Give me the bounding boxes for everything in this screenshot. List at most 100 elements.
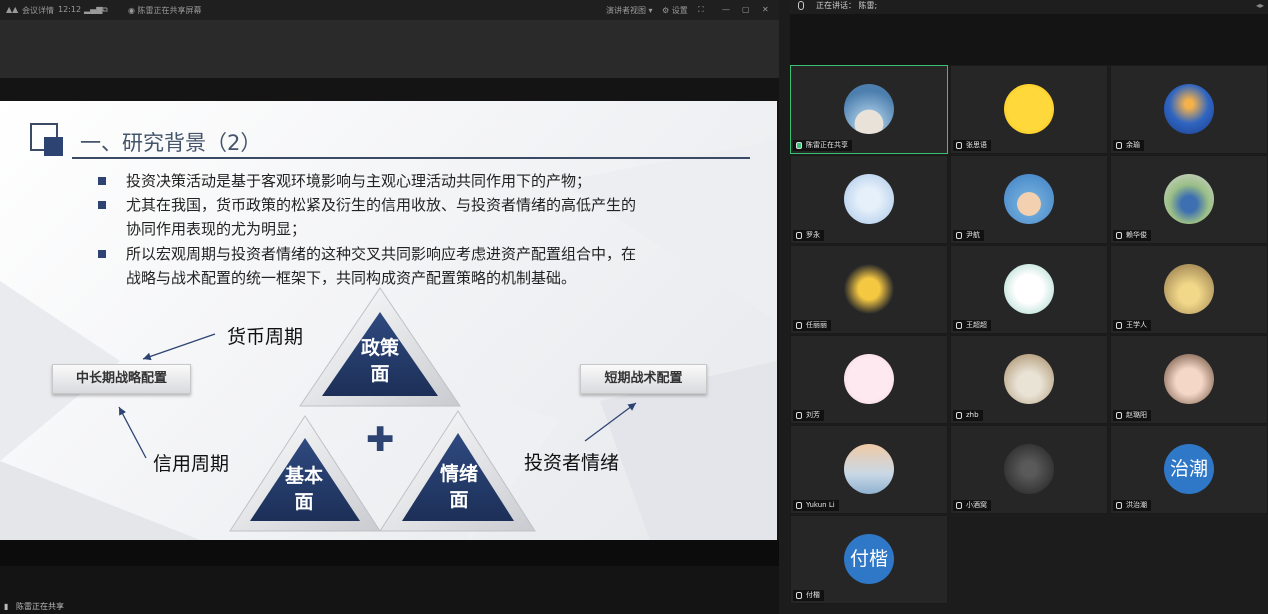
participant-name: 罗永 [793,230,824,241]
participant-name-text: 洪治潮 [1126,501,1147,509]
signal-icon: ▂▄▆ [84,5,103,14]
participant-tile[interactable]: 张思语 [950,65,1108,154]
participant-name-text: Yukun Li [806,501,835,509]
connector-arrows [118,333,637,459]
participant-name: zhb [953,410,983,421]
participant-tile[interactable]: 王超超 [950,245,1108,334]
fullscreen-icon[interactable]: ⛶ [698,5,704,15]
participant-name: 王学人 [1113,320,1151,331]
presentation-slide: 一、研究背景（2） 投资决策活动是基于客观环境影响与主观心理活动共同作用下的产物… [0,101,777,540]
participant-tile[interactable]: 余瑜 [1110,65,1268,154]
participant-tile[interactable]: 罗永 [790,155,948,244]
avatar [1164,264,1214,314]
mic-muted-icon [1116,322,1122,329]
mic-muted-icon [796,502,802,509]
participant-name-text: 张思语 [966,141,987,149]
participant-tile[interactable]: 赵璐阳 [1110,335,1268,424]
gallery-header-gap [790,14,1268,65]
settings-button[interactable]: ⚙ 设置 [662,5,688,16]
participant-name: 王超超 [953,320,991,331]
participant-name-text: 余瑜 [1126,141,1140,149]
avatar [1004,444,1054,494]
participant-tile[interactable]: 尹航 [950,155,1108,244]
participant-name: 赵璐阳 [1113,410,1151,421]
status-icon: ▮ [4,602,9,611]
participant-name-text: 刘芳 [806,411,820,419]
mic-muted-icon [1116,142,1122,149]
participant-tile[interactable]: 王学人 [1110,245,1268,334]
mic-muted-icon [956,142,962,149]
popout-icon[interactable]: ⧉ [102,5,108,15]
mic-muted-icon [956,232,962,239]
avatar [844,444,894,494]
speaking-name: 陈雷; [858,1,878,10]
participant-name-text: 王学人 [1126,321,1147,329]
participant-name: 张思语 [953,140,991,151]
mic-muted-icon [1116,502,1122,509]
avatar [844,264,894,314]
avatar [1164,174,1214,224]
avatar [844,84,894,134]
sharing-indicator: ◉ 陈雷正在共享屏幕 [128,6,202,15]
sharing-label: 陈雷正在共享屏幕 [137,6,202,15]
mic-muted-icon [956,412,962,419]
mic-muted-icon [1116,412,1122,419]
share-status: ▮ 陈雷正在共享 [0,600,140,614]
avatar-initials: 付楷 [844,534,894,584]
mic-muted-icon [956,322,962,329]
settings-label: 设置 [671,6,688,15]
participant-tile[interactable]: 付楷 付楷 [790,515,948,604]
participant-tile[interactable]: 陈雷正在共享 [790,65,948,154]
mic-muted-icon [1116,232,1122,239]
participant-name-text: 陈雷正在共享 [806,141,848,149]
participant-name-text: 赖华俊 [1126,231,1147,239]
presenter-view-button[interactable]: 演讲者视图 ▾ [606,5,653,16]
shared-screen: ▲▲ 会议详情 12:12 ▂▄▆ ⧉ ◉ 陈雷正在共享屏幕 演讲者视图 ▾ ⚙… [0,0,779,614]
mic-muted-icon [956,502,962,509]
mic-muted-icon [796,412,802,419]
participant-name-text: 王超超 [966,321,987,329]
participant-name: 尹航 [953,230,984,241]
mic-muted-icon [796,232,802,239]
participant-name: 赖华俊 [1113,230,1151,241]
participant-name: 任丽丽 [793,320,831,331]
share-status-text: 陈雷正在共享 [16,602,64,611]
maximize-icon[interactable]: ▢ [742,5,750,14]
participant-tile[interactable]: zhb [950,335,1108,424]
participant-name: 陈雷正在共享 [793,140,852,151]
speaking-indicator: 正在讲话： 陈雷; ◂▸ [790,0,1268,14]
minimize-icon[interactable]: — [722,5,730,14]
mic-muted-icon [796,592,802,599]
participant-name: Yukun Li [793,500,839,511]
participant-tile[interactable]: 刘芳 [790,335,948,424]
presenter-view-label: 演讲者视图 [606,6,646,15]
participant-name-text: 付楷 [806,591,820,599]
screen-share-icon [796,142,802,149]
close-icon[interactable]: ✕ [762,5,769,14]
avatar [844,174,894,224]
avatar [1004,174,1054,224]
participant-tile[interactable]: 任丽丽 [790,245,948,334]
participant-name: 小酒窝 [953,500,991,511]
avatar [844,354,894,404]
speaking-prefix: 正在讲话： [816,1,856,10]
mic-muted-icon [796,322,802,329]
layout-toggle-icon[interactable]: ◂▸ [1256,0,1264,12]
participant-tile[interactable]: Yukun Li [790,425,948,514]
participant-name: 洪治潮 [1113,500,1151,511]
participant-name-text: 赵璐阳 [1126,411,1147,419]
participant-name-text: 任丽丽 [806,321,827,329]
avatar [1164,84,1214,134]
avatar [1004,264,1054,314]
app-name: 会议详情 [22,6,54,15]
participant-name-text: 尹航 [966,231,980,239]
participant-tile[interactable]: 小酒窝 [950,425,1108,514]
participant-tile[interactable]: 赖华俊 [1110,155,1268,244]
avatar [1004,354,1054,404]
mic-icon [798,1,804,10]
participant-name: 付楷 [793,590,824,601]
participant-name-text: 罗永 [806,231,820,239]
participant-tile[interactable]: 治潮 洪治潮 [1110,425,1268,514]
app-logo-icon: ▲▲ [6,5,19,14]
avatar [1164,354,1214,404]
